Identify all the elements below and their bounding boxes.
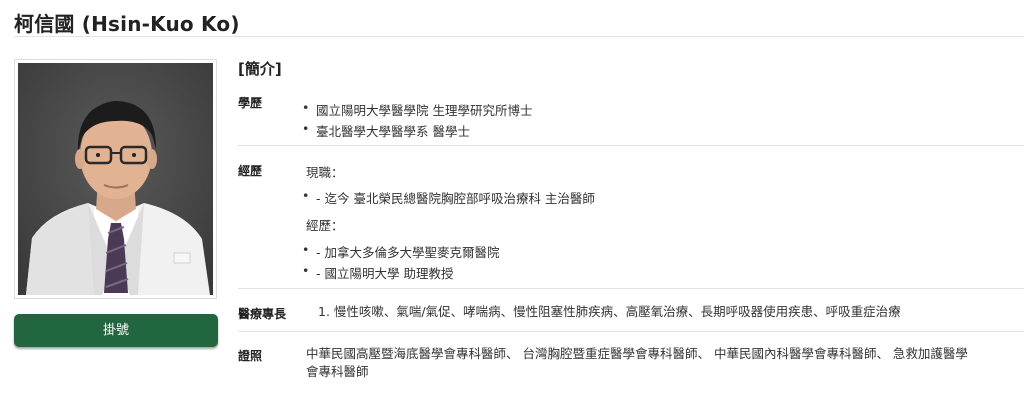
divider [238, 145, 1024, 146]
current-position-label: 現職： [306, 165, 344, 180]
education-item: 臺北醫學大學醫學系 醫學士 [302, 121, 470, 140]
certificates-text-line: 會專科醫師 [306, 364, 369, 379]
past-experience-label: 經歷： [306, 218, 344, 233]
past-experience-item: - 國立陽明大學 助理教授 [302, 263, 454, 282]
specialty-label: 醫療專長 [238, 307, 287, 321]
doctor-photo [14, 59, 217, 299]
divider [238, 288, 1024, 289]
education-item: 國立陽明大學醫學院 生理學研究所博士 [302, 100, 533, 119]
current-position-item: - 迄今 臺北榮民總醫院胸腔部呼吸治療科 主治醫師 [302, 188, 595, 207]
register-button[interactable]: 掛號 [14, 314, 218, 347]
past-experience-item: - 加拿大多倫多大學聖麥克爾醫院 [302, 242, 499, 261]
certificates-text-line: 中華民國高壓暨海底醫學會專科醫師、 台灣胸腔暨重症醫學會專科醫師、 中華民國內科… [306, 346, 968, 361]
specialty-text: 1. 慢性咳嗽、氣喘/氣促、哮喘病、慢性阻塞性肺疾病、高壓氧治療、長期呼吸器使用… [318, 304, 901, 319]
section-heading: [簡介] [238, 60, 282, 78]
education-label: 學歷 [238, 96, 263, 110]
page-title: 柯信國 (Hsin-Kuo Ko) [14, 12, 240, 36]
experience-label: 經歷 [238, 164, 263, 178]
divider [238, 331, 1024, 332]
certificates-label: 證照 [238, 349, 263, 363]
title-divider [14, 36, 1024, 37]
